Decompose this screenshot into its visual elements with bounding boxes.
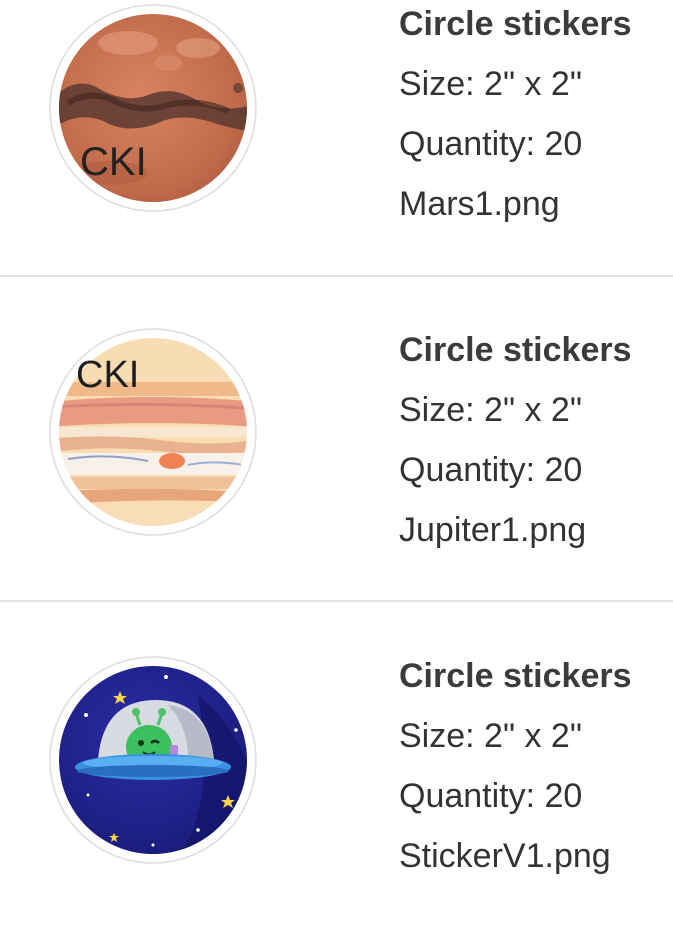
item-quantity: Quantity: 20 — [399, 125, 583, 163]
jupiter-sticker-thumbnail: CKI — [48, 327, 258, 537]
item-title: Circle stickers — [399, 5, 632, 43]
item-size: Size: 2" x 2" — [399, 65, 582, 103]
alien-ufo-sticker-thumbnail — [48, 655, 258, 865]
item-size: Size: 2" x 2" — [399, 717, 582, 755]
item-details: Circle stickers Size: 2" x 2" Quantity: … — [399, 654, 673, 878]
thumbnail-logo-text: CKI — [80, 140, 147, 184]
item-quantity: Quantity: 20 — [399, 451, 583, 489]
item-size: Size: 2" x 2" — [399, 391, 582, 429]
item-title: Circle stickers — [399, 331, 632, 369]
item-filename: Mars1.png — [399, 185, 560, 223]
item-quantity: Quantity: 20 — [399, 777, 583, 815]
item-details: Circle stickers Size: 2" x 2" Quantity: … — [399, 2, 673, 226]
item-filename: StickerV1.png — [399, 837, 611, 875]
thumbnail-logo-text: CKI — [76, 354, 139, 396]
item-details: Circle stickers Size: 2" x 2" Quantity: … — [399, 328, 673, 552]
mars-sticker-thumbnail: CKI — [48, 3, 258, 213]
item-filename: Jupiter1.png — [399, 511, 587, 549]
cart-item: Circle stickers Size: 2" x 2" Quantity: … — [0, 602, 673, 928]
item-title: Circle stickers — [399, 657, 632, 695]
cart-item: CKI Circle stickers Size: 2" x 2" Quanti… — [0, 276, 673, 602]
